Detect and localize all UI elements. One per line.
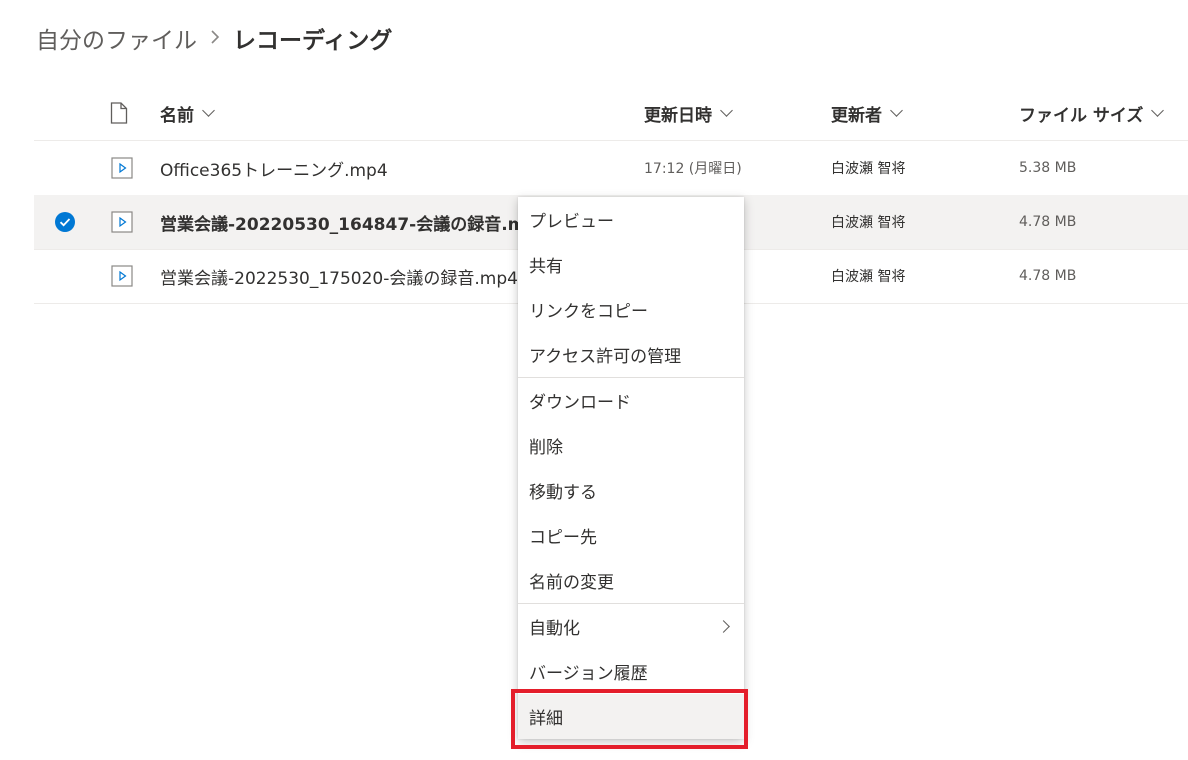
chevron-down-icon [720, 103, 733, 117]
file-modified-by: 白波瀬 智将 [831, 161, 906, 177]
file-name[interactable]: Office365トレーニング.mp4 [160, 141, 388, 195]
menu-item-share[interactable]: 共有 [518, 242, 744, 287]
column-header-name[interactable]: 名前 [160, 86, 215, 140]
menu-item-details[interactable]: 詳細 [518, 694, 744, 739]
file-name[interactable]: 営業会議-20220530_164847-会議の録音.mp4 [160, 195, 549, 249]
menu-item-move-to[interactable]: 移動する [518, 468, 744, 513]
menu-item-download[interactable]: ダウンロード [518, 378, 744, 423]
menu-item-copy-link[interactable]: リンクをコピー [518, 287, 744, 332]
menu-item-rename[interactable]: 名前の変更 [518, 558, 744, 603]
video-file-icon [111, 157, 133, 179]
breadcrumb-separator-icon [209, 26, 221, 50]
column-header-modified-by[interactable]: 更新者 [831, 86, 903, 140]
checkmark-circle-icon[interactable] [54, 211, 76, 233]
menu-item-automate-label: 自動化 [529, 619, 580, 639]
breadcrumb-current-folder: レコーディング [233, 28, 393, 54]
video-file-icon [111, 265, 133, 287]
breadcrumb-my-files[interactable]: 自分のファイル [36, 21, 197, 55]
chevron-down-icon [1151, 103, 1165, 117]
chevron-down-icon [890, 103, 903, 117]
context-menu: プレビュー 共有 リンクをコピー アクセス許可の管理 ダウンロード 削除 移動す… [518, 197, 744, 739]
file-modified-by: 白波瀬 智将 [831, 269, 906, 285]
menu-item-delete[interactable]: 削除 [518, 423, 744, 468]
column-header-file-size-label: ファイル サイズ [1019, 105, 1144, 126]
column-header-modified-by-label: 更新者 [831, 105, 882, 126]
column-header-name-label: 名前 [160, 105, 194, 126]
file-modified: 17:12 (月曜日) [644, 161, 742, 177]
file-type-icon[interactable] [110, 102, 128, 124]
column-header-file-size[interactable]: ファイル サイズ [1019, 86, 1165, 140]
file-modified-by: 白波瀬 智将 [831, 215, 906, 231]
file-size: 4.78 MB [1019, 268, 1077, 284]
video-file-icon [111, 211, 133, 233]
chevron-right-icon [717, 620, 730, 633]
menu-item-version-history[interactable]: バージョン履歴 [518, 649, 744, 694]
menu-item-manage-access[interactable]: アクセス許可の管理 [518, 332, 744, 377]
menu-item-preview[interactable]: プレビュー [518, 197, 744, 242]
column-header-modified[interactable]: 更新日時 [644, 86, 733, 140]
file-name[interactable]: 営業会議-2022530_175020-会議の録音.mp4 [160, 249, 518, 303]
file-size: 4.78 MB [1019, 214, 1077, 230]
chevron-down-icon [202, 103, 215, 117]
breadcrumb: 自分のファイル レコーディング [36, 22, 392, 54]
table-row[interactable]: Office365トレーニング.mp4 17:12 (月曜日) 白波瀬 智将 5… [34, 141, 1188, 196]
column-header-modified-label: 更新日時 [644, 105, 712, 126]
file-size: 5.38 MB [1019, 160, 1077, 176]
menu-item-automate[interactable]: 自動化 [518, 604, 744, 649]
menu-item-copy-to[interactable]: コピー先 [518, 513, 744, 558]
file-list-header: 名前 更新日時 更新者 ファイル サイズ [34, 86, 1188, 141]
